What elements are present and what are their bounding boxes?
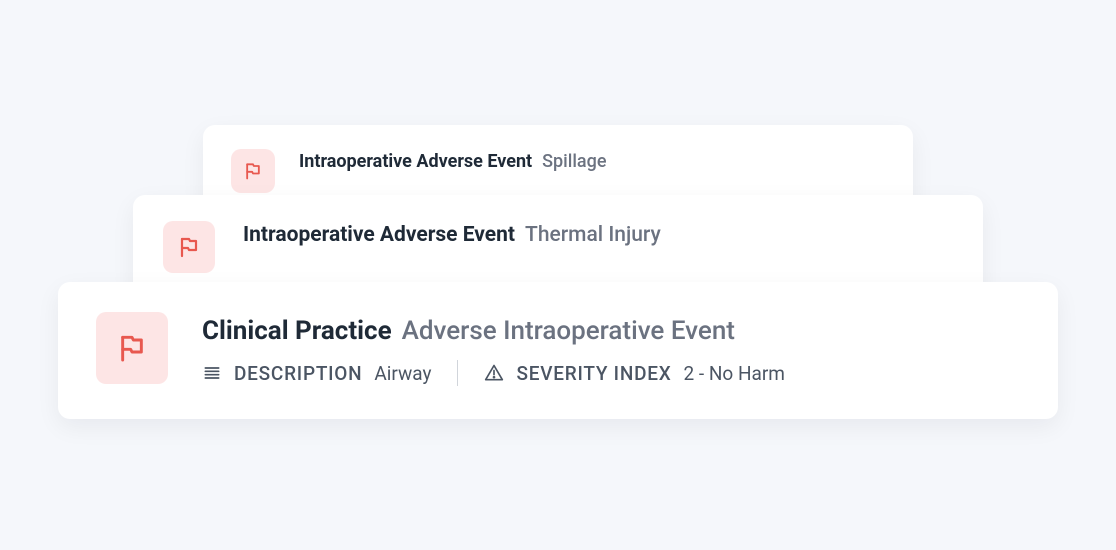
flag-icon-box — [231, 149, 275, 193]
card-details: DESCRIPTION Airway SEVERITY INDEX 2 - No… — [202, 360, 1020, 386]
flag-icon — [243, 161, 263, 181]
card-content: Clinical Practice Adverse Intraoperative… — [202, 312, 1020, 386]
card-content: Intraoperative Adverse Event Spillage — [299, 149, 885, 172]
severity-value: 2 - No Harm — [683, 362, 784, 385]
flag-icon-box — [163, 221, 215, 273]
description-detail: DESCRIPTION Airway — [202, 362, 431, 385]
severity-detail: SEVERITY INDEX 2 - No Harm — [484, 362, 784, 385]
card-title-strong: Intraoperative Adverse Event — [243, 223, 515, 247]
description-value: Airway — [374, 362, 431, 385]
flag-icon — [177, 235, 201, 259]
card-title-strong: Clinical Practice — [202, 316, 392, 346]
warning-icon — [484, 363, 504, 383]
card-content: Intraoperative Adverse Event Thermal Inj… — [243, 221, 953, 247]
flag-icon — [116, 332, 148, 364]
card-title-muted: Thermal Injury — [525, 223, 661, 247]
description-label: DESCRIPTION — [234, 362, 362, 385]
card-title-strong: Intraoperative Adverse Event — [299, 151, 532, 172]
event-card-front[interactable]: Clinical Practice Adverse Intraoperative… — [58, 282, 1058, 419]
severity-label: SEVERITY INDEX — [516, 362, 671, 385]
description-icon — [202, 363, 222, 383]
card-title-muted: Adverse Intraoperative Event — [402, 316, 735, 346]
card-title: Intraoperative Adverse Event Thermal Inj… — [243, 223, 953, 247]
card-title: Clinical Practice Adverse Intraoperative… — [202, 316, 1020, 346]
detail-divider — [457, 360, 458, 386]
card-title: Intraoperative Adverse Event Spillage — [299, 151, 885, 172]
card-title-muted: Spillage — [542, 151, 606, 172]
flag-icon-box — [96, 312, 168, 384]
